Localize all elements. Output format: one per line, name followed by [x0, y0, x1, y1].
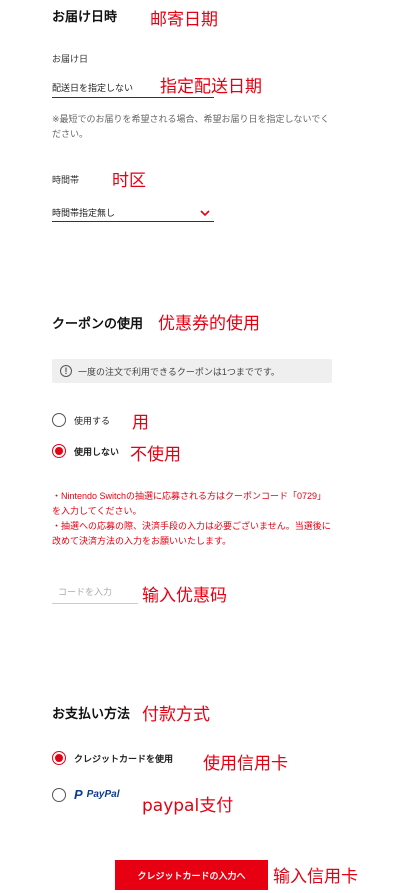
credit-card-input-button[interactable]: クレジットカードの入力へ [115, 860, 268, 890]
payment-title-annotation: 付款方式 [142, 705, 210, 725]
coupon-not-use-annotation: 不使用 [130, 445, 181, 465]
coupon-section-title: クーポンの使用 [52, 316, 144, 331]
delivery-section-title: お届け日時 [52, 9, 118, 24]
payment-credit-annotation: 使用信用卡 [203, 754, 288, 774]
delivery-date-value: 配送日を指定しない [52, 83, 134, 93]
radio-use-coupon[interactable] [52, 413, 66, 427]
coupon-title-annotation: 优惠券的使用 [158, 314, 260, 334]
radio-selected-dot [55, 447, 63, 455]
payment-option-credit[interactable]: クレジットカードを使用 [52, 751, 173, 765]
coupon-option-not-use-label: 使用しない [74, 446, 120, 457]
chevron-down-icon [200, 209, 210, 216]
coupon-option-not-use[interactable]: 使用しない [52, 444, 119, 458]
coupon-code-input[interactable] [52, 583, 138, 604]
coupon-info-box: ! 一度の注文で利用できるクーポンは1つまでです。 [52, 359, 332, 383]
coupon-warning-2: ・抽選への応募の際、決済手段の入力は必要ございません。当選後に改めて決済方法の入… [52, 521, 331, 546]
radio-paypal[interactable] [52, 787, 66, 802]
coupon-option-use[interactable]: 使用する [52, 413, 110, 427]
coupon-use-annotation: 用 [132, 413, 149, 433]
radio-credit-card[interactable] [52, 751, 66, 765]
coupon-info-text: 一度の注文で利用できるクーポンは1つまでです。 [78, 366, 280, 377]
coupon-code-annotation: 输入优惠码 [142, 586, 227, 606]
time-slot-value: 時間帯指定無し [52, 208, 116, 218]
payment-option-paypal[interactable]: P PayPal [52, 787, 119, 802]
payment-credit-label: クレジットカードを使用 [74, 753, 174, 764]
delivery-title-annotation: 邮寄日期 [150, 10, 218, 30]
paypal-icon: P [74, 787, 83, 802]
delivery-date-label: お届け日 [52, 54, 89, 64]
time-slot-select[interactable]: 時間帯指定無し [52, 204, 214, 222]
info-icon: ! [60, 365, 72, 377]
delivery-note: ※最短でのお届りを希望される場合、希望お届り日を指定しないでください。 [52, 114, 330, 139]
radio-selected-dot [55, 754, 63, 762]
paypal-label: PayPal [86, 789, 120, 800]
time-slot-annotation: 时区 [112, 171, 146, 191]
coupon-warning-1: ・Nintendo Switchの抽選に応募される方はクーポンコード「0729」… [52, 491, 327, 516]
payment-section-title: お支払い方法 [52, 706, 131, 721]
paypal-logo: P PayPal [74, 787, 119, 802]
payment-paypal-annotation: paypal支付 [142, 796, 234, 816]
coupon-option-use-label: 使用する [74, 415, 111, 426]
radio-no-coupon[interactable] [52, 444, 66, 458]
submit-annotation: 输入信用卡 [273, 867, 358, 887]
delivery-date-annotation: 指定配送日期 [160, 77, 262, 97]
time-slot-label: 時間帯 [52, 175, 80, 185]
